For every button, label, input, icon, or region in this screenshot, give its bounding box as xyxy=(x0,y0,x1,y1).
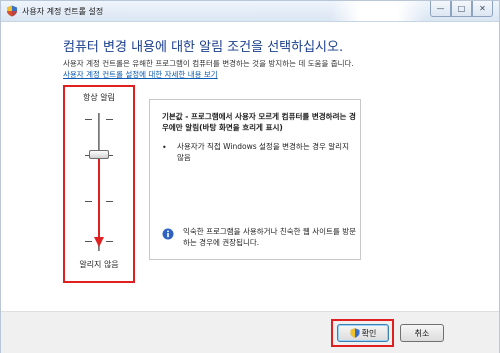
title-bar-blur xyxy=(331,1,426,21)
uac-shield-icon xyxy=(350,328,360,338)
page-heading: 컴퓨터 변경 내용에 대한 알림 조건을 선택하십시오. xyxy=(63,40,344,55)
recommendation-text: 익숙한 프로그램을 사용하거나 친숙한 웹 사이트를 방문하는 경우에 권장됩니… xyxy=(183,227,357,247)
uac-shield-icon xyxy=(7,5,17,17)
window-controls: — □ ✕ xyxy=(430,1,493,19)
slider-tick xyxy=(106,201,113,202)
ok-button-label: 확인 xyxy=(361,328,377,338)
cancel-button[interactable]: 취소 xyxy=(400,324,444,342)
slider-tick xyxy=(106,241,113,242)
slider-tick xyxy=(85,241,92,242)
bullet-icon: • xyxy=(162,143,167,152)
cancel-button-label: 취소 xyxy=(414,328,430,338)
level-description-box: 기본값 - 프로그램에서 사용자 모르게 컴퓨터를 변경하려는 경우에만 알림(… xyxy=(149,99,361,260)
bullet-text: 사용자가 직접 Windows 설정을 변경하는 경우 알리지 않음 xyxy=(177,142,349,162)
recommendation-note: 익숙한 프로그램을 사용하거나 친숙한 웹 사이트를 방문하는 경우에 권장됩니… xyxy=(162,227,357,249)
dialog-footer: 확인 취소 xyxy=(1,312,499,353)
level-description-title: 기본값 - 프로그램에서 사용자 모르게 컴퓨터를 변경하려는 경우에만 알림(… xyxy=(162,112,356,132)
uac-settings-window: 사용자 계정 컨트롤 설정 — □ ✕ 컴퓨터 변경 내용에 대한 알림 조건을… xyxy=(0,0,500,353)
close-icon[interactable]: ✕ xyxy=(472,1,493,17)
level-description-bullet: • 사용자가 직접 Windows 설정을 변경하는 경우 알리지 않음 xyxy=(162,142,357,164)
info-icon xyxy=(162,228,174,240)
down-arrow-icon xyxy=(94,157,104,247)
notification-level-slider-area: 항상 알림 알리지 않음 xyxy=(63,85,135,283)
slider-tick xyxy=(106,119,113,120)
slider-bottom-label: 알리지 않음 xyxy=(79,260,119,269)
slider-tick xyxy=(85,119,92,120)
slider-tick xyxy=(85,201,92,202)
title-bar[interactable]: 사용자 계정 컨트롤 설정 — □ ✕ xyxy=(1,1,499,22)
slider-thumb[interactable] xyxy=(89,150,109,159)
window-title: 사용자 계정 컨트롤 설정 xyxy=(22,7,104,16)
minimize-icon[interactable]: — xyxy=(430,1,451,17)
maximize-icon[interactable]: □ xyxy=(451,1,472,17)
slider-top-label: 항상 알림 xyxy=(83,93,115,102)
page-description: 사용자 계정 컨트롤은 유해한 프로그램이 컴퓨터를 변경하는 것을 방지하는 … xyxy=(63,59,354,68)
ok-button[interactable]: 확인 xyxy=(337,324,389,342)
learn-more-link[interactable]: 사용자 계정 컨트롤 설정에 대한 자세한 내용 보기 xyxy=(63,69,218,80)
